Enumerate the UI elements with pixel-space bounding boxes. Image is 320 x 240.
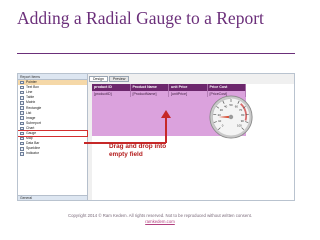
gauge-scale-label: 70 bbox=[239, 108, 243, 112]
title-divider bbox=[17, 53, 295, 54]
toolbox-item-icon bbox=[20, 101, 24, 105]
tab-preview[interactable]: Preview bbox=[108, 76, 130, 82]
toolbox-footer[interactable]: General bbox=[18, 195, 87, 200]
toolbox-item-label: Indicator bbox=[26, 151, 40, 156]
toolbox-item-list: Pointer Text Box Line Table Matrix Rectangle L… bbox=[18, 80, 88, 156]
table-cell[interactable]: [ProductName] bbox=[131, 91, 169, 97]
website-link[interactable]: ramkedem.com bbox=[0, 219, 320, 225]
toolbox-item-icon bbox=[20, 116, 24, 120]
table-header-cell[interactable]: unit Price bbox=[169, 84, 208, 91]
gauge-scale-label: 100 bbox=[237, 124, 242, 128]
table-header-cell[interactable]: Price Cost bbox=[208, 84, 246, 91]
toolbox-item-icon bbox=[20, 152, 24, 156]
tab-design[interactable]: Design bbox=[89, 76, 108, 82]
toolbox-item-indicator[interactable]: Indicator bbox=[18, 151, 87, 156]
design-surface[interactable]: product ID Product Name unit Price Price… bbox=[92, 84, 294, 200]
toolbox-item-icon bbox=[20, 85, 24, 90]
table-cell[interactable]: [productID] bbox=[92, 91, 131, 97]
gauge-scale-label: 60 bbox=[235, 105, 239, 109]
radial-gauge[interactable]: 010203040 50 60708090100 bbox=[209, 95, 253, 139]
table-header-cell[interactable]: Product Name bbox=[131, 84, 169, 91]
toolbox-item-icon bbox=[20, 90, 24, 95]
toolbox-item-icon bbox=[20, 80, 24, 85]
gauge-scale-label: 20 bbox=[218, 113, 222, 117]
designer-tabs: Design Preview bbox=[89, 76, 130, 82]
gauge-scale-label: 80 bbox=[241, 113, 245, 117]
table-header-row: product ID Product Name unit Price Price… bbox=[92, 84, 246, 91]
table-cell[interactable]: [unitPrice] bbox=[169, 91, 208, 97]
toolbox-item-icon bbox=[20, 136, 24, 141]
slide-title: Adding a Radial Gauge to a Report bbox=[17, 8, 264, 28]
report-designer-screenshot: Report Items Pointer Text Box Line Table Mat… bbox=[17, 73, 295, 201]
drag-drop-callout: Drag and drop into empty field bbox=[109, 143, 167, 158]
gauge-scale-label: 10 bbox=[218, 119, 222, 123]
gauge-scale-label: 50 bbox=[229, 103, 233, 107]
gauge-scale-label: 30 bbox=[220, 108, 224, 112]
toolbox-item-icon bbox=[20, 121, 24, 126]
gauge-scale-label: 90 bbox=[241, 119, 245, 123]
toolbox-item-icon bbox=[20, 131, 24, 136]
toolbox-item-icon bbox=[20, 111, 24, 115]
gauge-scale-label: 40 bbox=[224, 105, 228, 109]
toolbox-item-icon bbox=[20, 106, 24, 110]
table-header-cell[interactable]: product ID bbox=[92, 84, 131, 91]
toolbox-item-icon bbox=[20, 141, 24, 146]
toolbox-item-icon bbox=[20, 96, 24, 100]
toolbox-panel: Report Items Pointer Text Box Line Table Mat… bbox=[18, 74, 88, 200]
toolbox-item-icon bbox=[20, 147, 24, 151]
toolbox-item-icon bbox=[20, 126, 24, 131]
